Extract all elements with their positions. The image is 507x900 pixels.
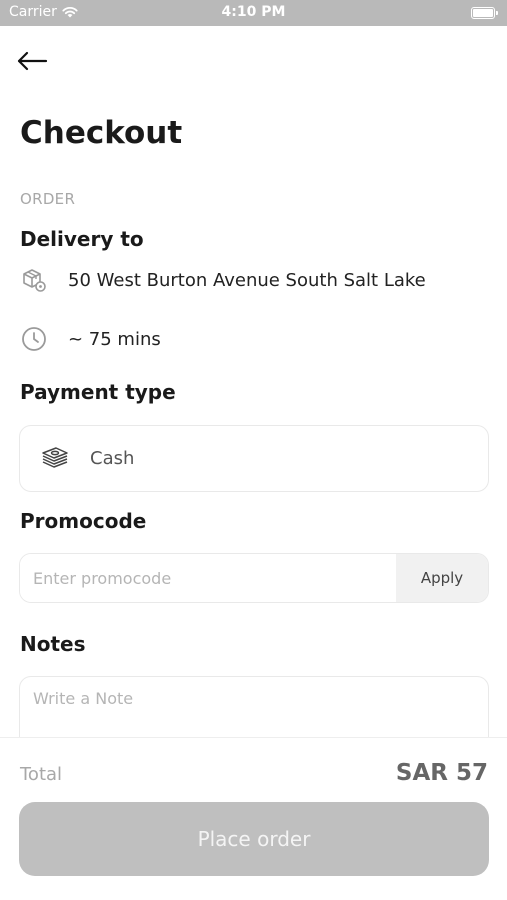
promocode-input[interactable]: [20, 554, 396, 602]
delivery-eta-row: ~ 75 mins: [20, 325, 161, 353]
status-bar: Carrier 4:10 PM: [0, 0, 507, 26]
cash-icon: [40, 444, 70, 474]
place-order-button[interactable]: Place order: [19, 802, 489, 876]
payment-method-label: Cash: [90, 448, 135, 469]
payment-heading: Payment type: [20, 380, 176, 404]
payment-method-selector[interactable]: Cash: [19, 425, 489, 492]
checkout-footer: Total SAR 57 Place order: [0, 737, 507, 900]
apply-promocode-button[interactable]: Apply: [396, 554, 488, 602]
promocode-group: Apply: [19, 553, 489, 603]
arrow-left-icon: [17, 51, 48, 71]
page-title: Checkout: [20, 115, 183, 151]
status-time: 4:10 PM: [221, 4, 286, 20]
delivery-eta: ~ 75 mins: [68, 328, 161, 350]
notes-heading: Notes: [20, 632, 86, 656]
order-section-caption: ORDER: [20, 190, 76, 208]
delivery-heading: Delivery to: [20, 227, 144, 251]
total-value: SAR 57: [395, 760, 488, 786]
battery-icon: [471, 7, 498, 19]
delivery-address-row: 50 West Burton Avenue South Salt Lake: [20, 266, 426, 294]
clock-icon: [20, 325, 48, 353]
promocode-heading: Promocode: [20, 509, 147, 533]
package-location-icon: [20, 266, 48, 294]
delivery-address: 50 West Burton Avenue South Salt Lake: [68, 269, 426, 291]
back-button[interactable]: [16, 46, 52, 76]
total-label: Total: [20, 764, 63, 785]
